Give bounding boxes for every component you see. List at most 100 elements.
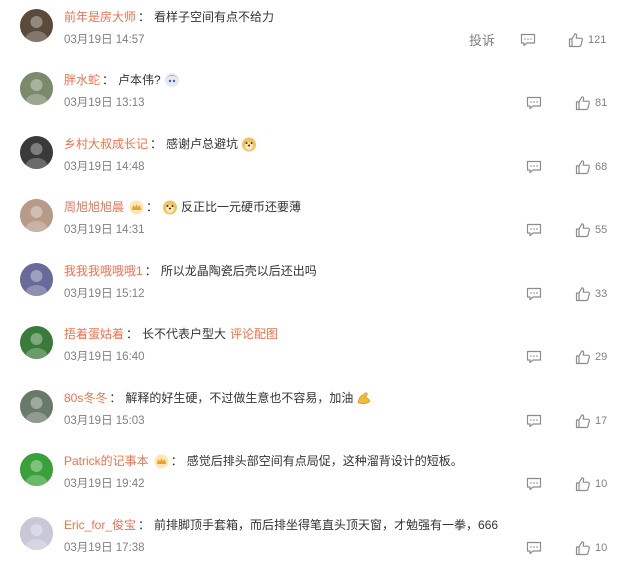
comment-timestamp: 03月19日 14:31 — [64, 224, 145, 236]
comment-item: 前年是房大师：看样子空间有点不给力 03月19日 14:57 投诉 121 — [0, 0, 630, 63]
reply-comment-icon[interactable] — [526, 223, 542, 237]
comment-timestamp: 03月19日 14:48 — [64, 161, 145, 173]
like-count: 10 — [595, 478, 608, 490]
thumbs-up-icon — [575, 159, 591, 175]
like-button[interactable]: 29 — [575, 348, 607, 366]
comment-item: 胖水蛇：卢本伟? 03月19日 13:13 81 — [0, 63, 630, 126]
comment-text-line: 乡村大叔成长记：感谢卢总避坑 — [64, 136, 257, 152]
doge-emoji-icon — [162, 199, 178, 215]
comment-timestamp: 03月19日 15:12 — [64, 288, 145, 300]
username-link[interactable]: Patrick的记事本 — [64, 453, 149, 469]
avatar[interactable] — [20, 390, 53, 423]
muscle-emoji-icon — [356, 390, 372, 406]
comment-text-line: 80s冬冬：解释的好生硬，不过做生意也不容易，加油 — [64, 390, 372, 406]
reply-comment-icon[interactable] — [520, 33, 536, 47]
like-count: 68 — [595, 161, 608, 173]
thumbs-up-icon — [575, 476, 591, 492]
thumbs-up-icon — [575, 349, 591, 365]
like-count: 81 — [595, 97, 608, 109]
crown-badge-icon — [129, 200, 144, 215]
avatar[interactable] — [20, 263, 53, 296]
anime-face-emoji-icon — [164, 72, 180, 88]
colon-separator: ： — [150, 137, 163, 151]
colon-separator: ： — [144, 264, 157, 278]
username-link[interactable]: 前年是房大师 — [64, 9, 136, 25]
comment-text-line: 前年是房大师：看样子空间有点不给力 — [64, 9, 274, 25]
like-button[interactable]: 10 — [575, 475, 607, 493]
username-link[interactable]: 乡村大叔成长记 — [64, 136, 148, 152]
avatar[interactable] — [20, 517, 53, 550]
crown-badge-icon — [154, 454, 169, 469]
reply-comment-icon[interactable] — [526, 414, 542, 428]
colon-separator: ： — [102, 73, 115, 87]
comment-content: 长不代表户型大 — [142, 327, 227, 341]
like-button[interactable]: 55 — [575, 221, 607, 239]
thumbs-up-icon — [575, 413, 591, 429]
avatar[interactable] — [20, 72, 53, 105]
comment-content: 看样子空间有点不给力 — [154, 10, 275, 24]
colon-separator: ： — [126, 327, 139, 341]
like-button[interactable]: 10 — [575, 539, 607, 557]
reply-comment-icon[interactable] — [526, 160, 542, 174]
thumbs-up-icon — [575, 540, 591, 556]
username-link[interactable]: 周旭旭旭晨 — [64, 199, 124, 215]
avatar[interactable] — [20, 326, 53, 359]
comment-timestamp: 03月19日 19:42 — [64, 478, 145, 490]
like-button[interactable]: 121 — [568, 31, 606, 49]
reply-comment-icon[interactable] — [526, 96, 542, 110]
username-link[interactable]: Eric_for_俊宝 — [64, 517, 136, 533]
comment-timestamp: 03月19日 14:57 — [64, 34, 145, 46]
like-button[interactable]: 33 — [575, 285, 607, 303]
username-link[interactable]: 捂着蛋姑着 — [64, 326, 124, 342]
report-button[interactable]: 投诉 — [469, 33, 495, 49]
colon-separator: ： — [138, 10, 151, 24]
comment-item: 捂着蛋姑着：长不代表户型大 评论配图 03月19日 16:40 29 — [0, 317, 630, 380]
avatar[interactable] — [20, 9, 53, 42]
username-link[interactable]: 胖水蛇 — [64, 72, 100, 88]
comment-content: 前排脚顶手套箱，而后排坐得笔直头顶天窗，才勉强有一拳，666 — [154, 518, 499, 532]
comment-content: 感谢卢总避坑 — [166, 137, 239, 151]
avatar[interactable] — [20, 453, 53, 486]
comment-item: Eric_for_俊宝：前排脚顶手套箱，而后排坐得笔直头顶天窗，才勉强有一拳，6… — [0, 508, 630, 571]
comment-text-line: 捂着蛋姑着：长不代表户型大 评论配图 — [64, 326, 278, 342]
thumbs-up-icon — [568, 32, 584, 48]
doge-emoji-icon — [241, 136, 257, 152]
comment-item: 周旭旭旭晨 ： 反正比一元硬币还要薄 03月19日 14:31 55 — [0, 190, 630, 253]
comment-image-link[interactable]: 评论配图 — [230, 326, 278, 342]
comment-content: 所以龙晶陶瓷后壳以后还出吗 — [160, 264, 317, 278]
thumbs-up-icon — [575, 286, 591, 302]
colon-separator: ： — [109, 391, 122, 405]
comment-text-line: Eric_for_俊宝：前排脚顶手套箱，而后排坐得笔直头顶天窗，才勉强有一拳，6… — [64, 517, 498, 533]
comment-content: 卢本伟? — [118, 73, 161, 87]
avatar[interactable] — [20, 199, 53, 232]
comment-timestamp: 03月19日 13:13 — [64, 97, 145, 109]
like-button[interactable]: 81 — [575, 94, 607, 112]
avatar[interactable] — [20, 136, 53, 169]
reply-comment-icon[interactable] — [526, 287, 542, 301]
like-count: 55 — [595, 224, 608, 236]
comment-content: 反正比一元硬币还要薄 — [181, 200, 302, 214]
comment-timestamp: 03月19日 15:03 — [64, 415, 145, 427]
colon-separator: ： — [138, 518, 151, 532]
reply-comment-icon[interactable] — [526, 477, 542, 491]
colon-separator: ： — [170, 454, 183, 468]
like-count: 17 — [595, 415, 608, 427]
username-link[interactable]: 我我我哦哦哦1 — [64, 263, 143, 279]
comment-text-line: 我我我哦哦哦1：所以龙晶陶瓷后壳以后还出吗 — [64, 263, 317, 279]
comment-text-line: 胖水蛇：卢本伟? — [64, 72, 180, 88]
like-button[interactable]: 68 — [575, 158, 607, 176]
thumbs-up-icon — [575, 95, 591, 111]
like-button[interactable]: 17 — [575, 412, 607, 430]
like-count: 10 — [595, 542, 608, 554]
like-count: 121 — [588, 34, 607, 46]
comment-text-line: 周旭旭旭晨 ： 反正比一元硬币还要薄 — [64, 199, 301, 215]
comment-item: 80s冬冬：解释的好生硬，不过做生意也不容易，加油 03月19日 15:03 17 — [0, 381, 630, 444]
reply-comment-icon[interactable] — [526, 350, 542, 364]
comment-timestamp: 03月19日 16:40 — [64, 351, 145, 363]
comment-content: 感觉后排头部空间有点局促，这种溜背设计的短板。 — [186, 454, 463, 468]
comment-item: 我我我哦哦哦1：所以龙晶陶瓷后壳以后还出吗 03月19日 15:12 33 — [0, 254, 630, 317]
comment-item: 乡村大叔成长记：感谢卢总避坑 03月19日 14:48 68 — [0, 127, 630, 190]
thumbs-up-icon — [575, 222, 591, 238]
colon-separator: ： — [146, 200, 159, 214]
username-link[interactable]: 80s冬冬 — [64, 390, 107, 406]
